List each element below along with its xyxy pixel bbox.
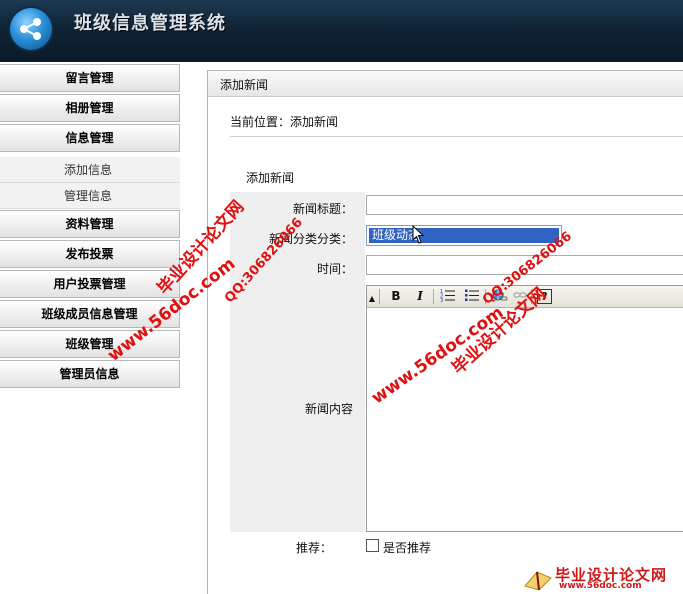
panel-title: 添加新闻 [220, 78, 269, 92]
content-label-cell: 新闻内容 [230, 282, 365, 532]
category-selected-option: 班级动态 [369, 228, 559, 243]
divider [230, 136, 683, 137]
category-select[interactable]: 班级动态 [366, 225, 562, 246]
app-title: 班级信息管理系统 [74, 13, 226, 34]
sidebar-item-admin[interactable]: 管理员信息 [0, 360, 180, 388]
time-label: 时间： [316, 262, 353, 276]
sidebar-item-publish-vote[interactable]: 发布投票 [0, 240, 180, 268]
sidebar-subitem-add-info[interactable]: 添加信息 [0, 157, 180, 183]
sidebar-item-albums[interactable]: 相册管理 [0, 94, 180, 122]
sidebar-item-messages[interactable]: 留言管理 [0, 64, 180, 92]
news-title-input[interactable] [366, 195, 683, 215]
toolbar-separator [433, 289, 434, 304]
watermark-logo-url: www.56doc.com [559, 581, 642, 591]
bold-button[interactable]: B [387, 288, 405, 305]
app-logo-icon [10, 8, 52, 50]
mouse-cursor-icon [412, 225, 425, 244]
sidebar-item-info[interactable]: 信息管理 [0, 124, 180, 152]
recommend-checkbox-label: 是否推荐 [383, 541, 432, 555]
form-heading: 添加新闻 [246, 171, 295, 185]
panel-title-bar: 添加新闻 [208, 71, 683, 97]
recommend-value-cell: 是否推荐 [365, 534, 683, 564]
svg-text:3: 3 [440, 298, 443, 302]
title-label: 新闻标题： [292, 202, 353, 216]
toolbar-collapse-icon[interactable]: ▲ [368, 288, 376, 305]
watermark-book-icon [524, 571, 552, 590]
sidebar-subitem-manage-info[interactable]: 管理信息 [0, 183, 180, 209]
numbered-list-icon[interactable]: 123 [439, 288, 457, 305]
watermark-logo: 毕业设计论文网 www.56doc.com [519, 562, 683, 594]
editor-content-area[interactable] [367, 309, 683, 531]
toolbar-separator [379, 289, 380, 304]
italic-button[interactable]: I [411, 288, 429, 305]
recommend-label: 推荐： [296, 541, 333, 555]
app-header: 班级信息管理系统 [0, 0, 683, 62]
content-label: 新闻内容 [304, 402, 353, 416]
sidebar-item-materials[interactable]: 资料管理 [0, 210, 180, 238]
bullet-list-icon[interactable] [463, 288, 481, 305]
recommend-checkbox[interactable] [366, 539, 379, 552]
breadcrumb: 当前位置：添加新闻 [230, 115, 339, 129]
main-panel: 添加新闻 当前位置：添加新闻 添加新闻 新闻标题： 新闻分类分类： 班级动态 时… [207, 70, 683, 594]
title-value-cell [365, 192, 683, 222]
